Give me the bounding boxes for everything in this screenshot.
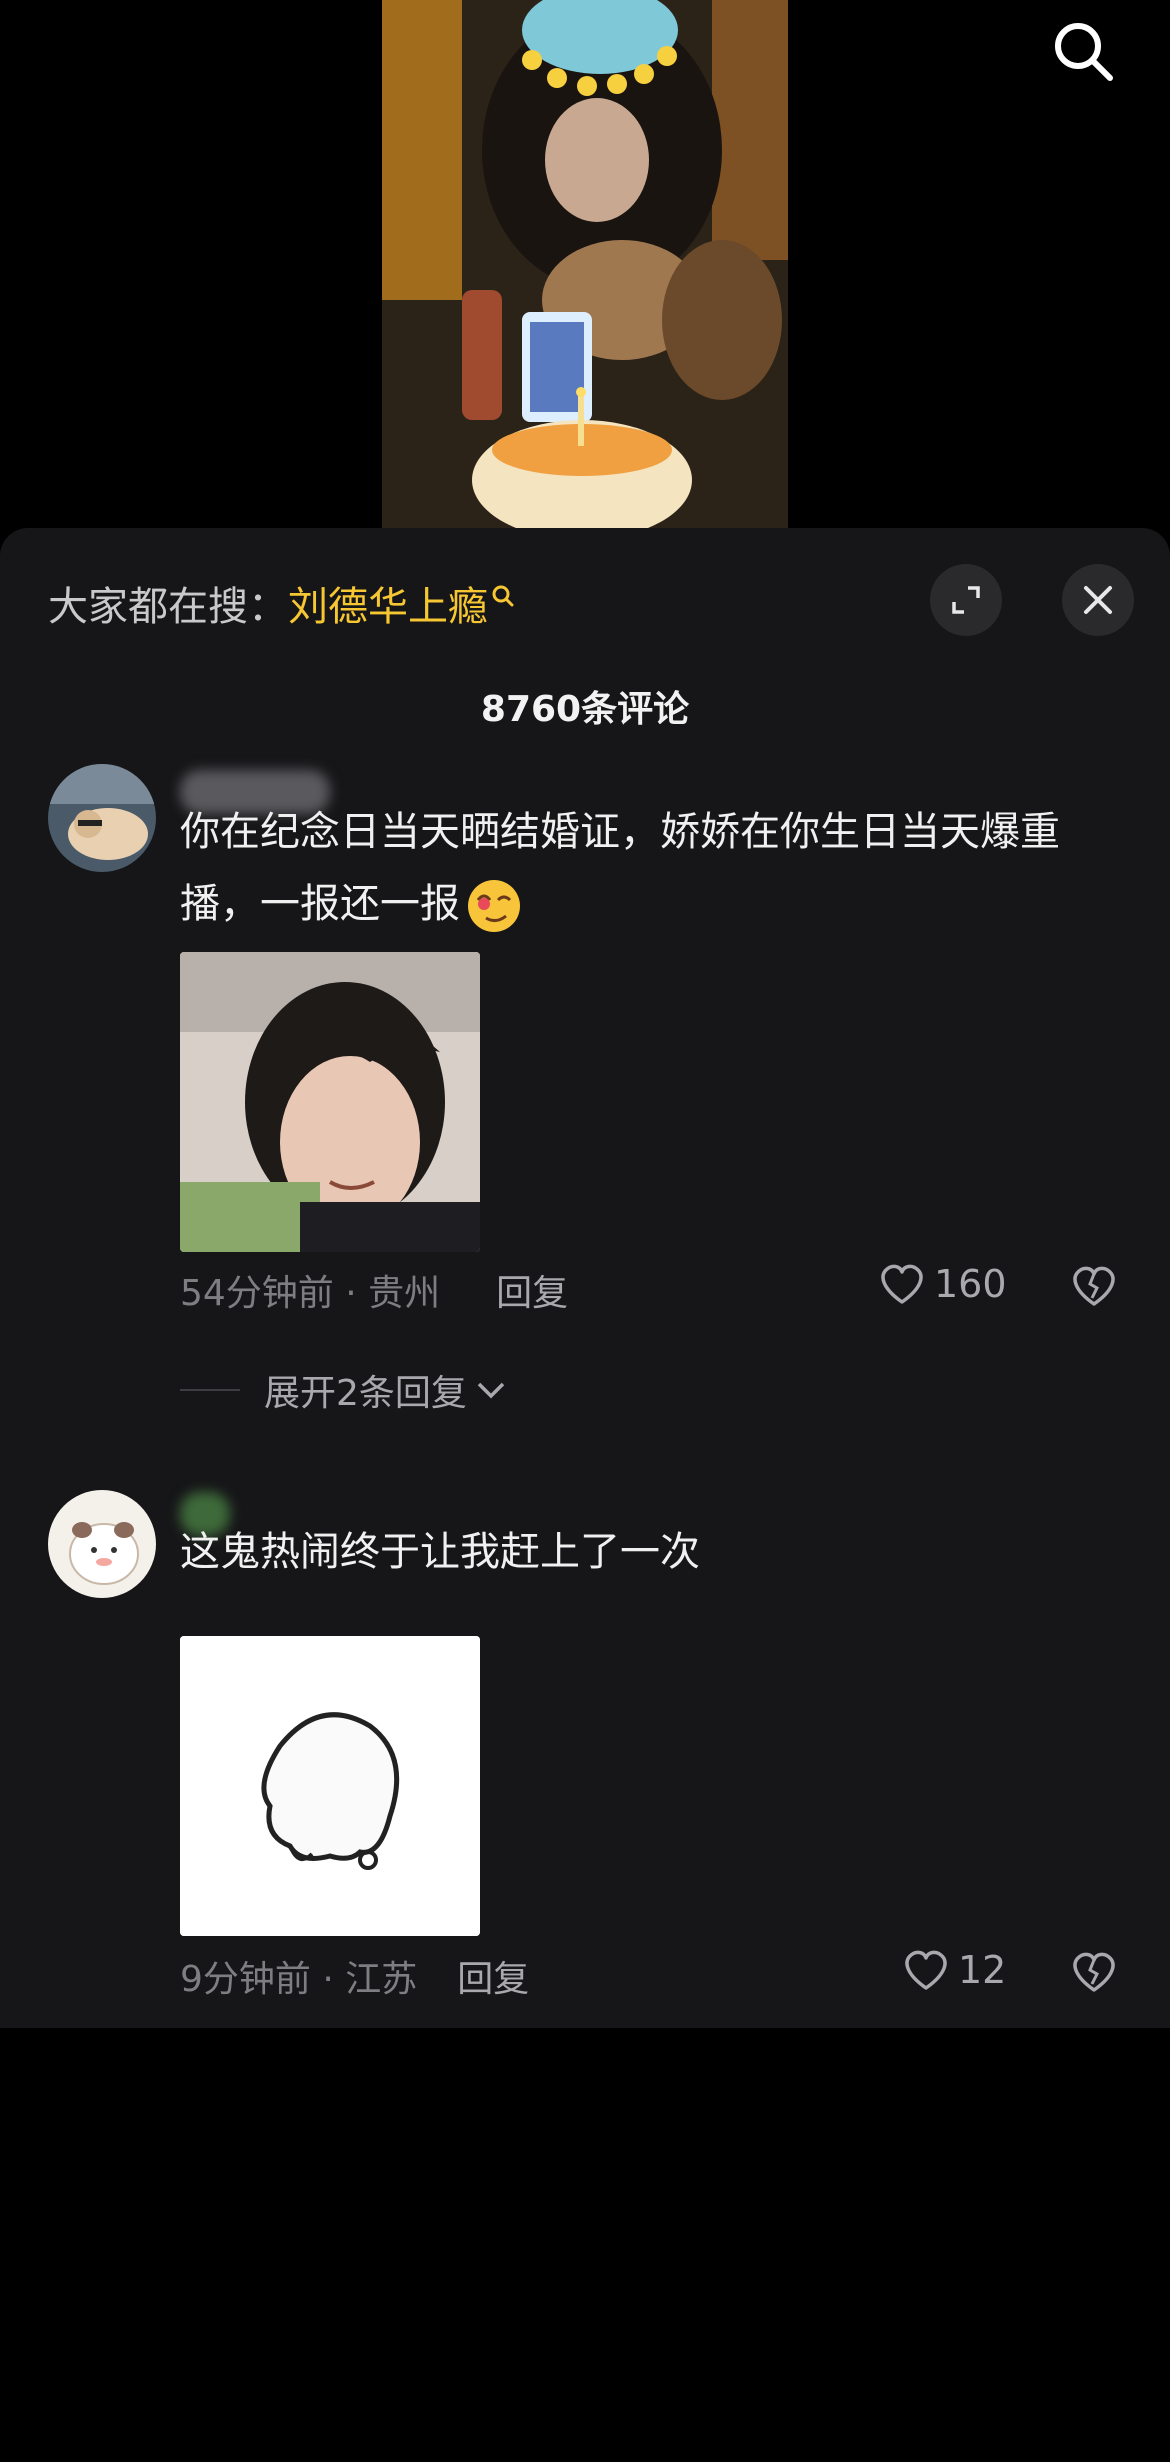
close-icon: [1084, 586, 1112, 614]
comment-meta: 9分钟前 · 江苏 回复: [180, 1950, 529, 2002]
dislike-icon: [1073, 1952, 1115, 1992]
comment-item: 你在纪念日当天晒结婚证，娇娇在你生日当天爆重播，一报还一报 54分钟前 · 贵州: [0, 764, 1170, 1484]
like-count: 160: [934, 1262, 1007, 1306]
comment-meta: 54分钟前 · 贵州 回复: [180, 1264, 568, 1316]
video-frame[interactable]: [382, 0, 788, 528]
comments-panel: 大家都在搜： 刘德华上瘾 8760条评论 你在纪念日当天晒结婚证，娇娇在你生日当…: [0, 528, 1170, 2028]
like-button[interactable]: 12: [902, 1948, 1006, 1992]
search-icon: [1055, 23, 1113, 81]
comments-count: 8760条评论: [480, 689, 690, 730]
comment-text: 你在纪念日当天晒结婚证，娇娇在你生日当天爆重播，一报还一报: [180, 796, 1120, 940]
comment-image[interactable]: [180, 1636, 480, 1936]
expand-replies-label: 展开2条回复: [264, 1373, 467, 1414]
comment-image-content: [180, 952, 480, 1252]
emoji-icon: [468, 880, 520, 932]
trending-prefix: 大家都在搜：: [48, 584, 288, 630]
expand-icon: [952, 586, 980, 614]
expand-replies-button[interactable]: 展开2条回复: [180, 1364, 507, 1416]
comment-text-content: 你在纪念日当天晒结婚证，娇娇在你生日当天爆重播，一报还一报: [180, 809, 1060, 927]
dislike-icon: [1073, 1266, 1115, 1306]
dislike-button[interactable]: [1070, 1264, 1118, 1312]
comment-image-content: [180, 1636, 480, 1936]
comment-time-location: 54分钟前 · 贵州: [180, 1273, 441, 1314]
comment-text: 这鬼热闹终于让我赶上了一次: [180, 1529, 700, 1575]
like-icon: [881, 1264, 923, 1304]
like-count: 12: [958, 1948, 1007, 1992]
reply-button[interactable]: 回复: [496, 1264, 568, 1316]
trending-search[interactable]: 大家都在搜： 刘德华上瘾: [48, 574, 514, 632]
comment-time-location: 9分钟前 · 江苏: [180, 1959, 418, 2000]
chevron-down-icon: [477, 1382, 505, 1399]
like-icon: [905, 1950, 947, 1990]
reply-button[interactable]: 回复: [457, 1950, 529, 2002]
video-area[interactable]: [0, 0, 1170, 530]
avatar[interactable]: [48, 1490, 156, 1598]
comment-image-placeholder: [180, 2162, 480, 2462]
trending-term[interactable]: 刘德华上瘾: [288, 574, 488, 632]
avatar-image: [48, 764, 156, 872]
video-still-image: [382, 0, 788, 528]
avatar-image: [48, 1490, 156, 1598]
like-button[interactable]: 160: [878, 1262, 1007, 1306]
close-button[interactable]: [1062, 564, 1134, 636]
trending-search-icon: [492, 585, 514, 607]
expand-button[interactable]: [930, 564, 1002, 636]
comment-image[interactable]: [180, 952, 480, 1252]
search-button[interactable]: [1046, 14, 1122, 90]
dislike-button[interactable]: [1070, 1950, 1118, 1998]
divider: [180, 1389, 240, 1391]
avatar[interactable]: [48, 764, 156, 872]
panel-header: 大家都在搜： 刘德华上瘾: [0, 528, 1170, 668]
